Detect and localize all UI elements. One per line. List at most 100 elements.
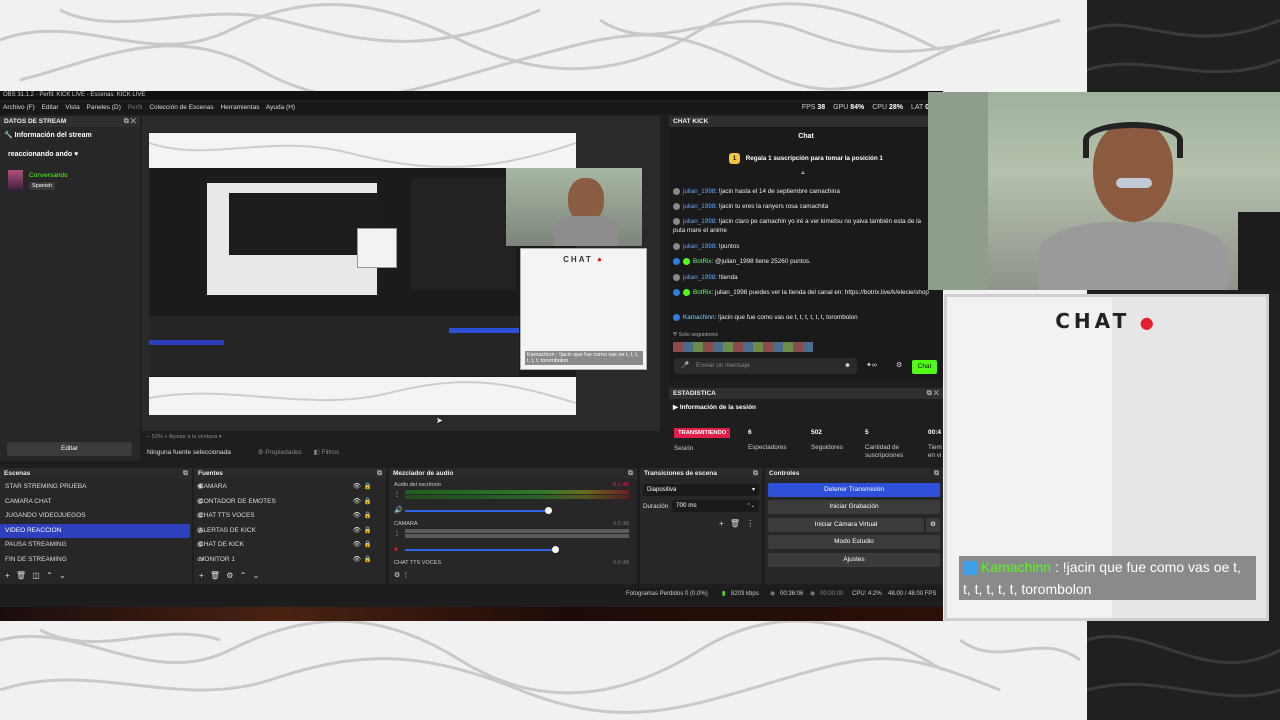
- preview-canvas[interactable]: CHAT ● Kamachinn : !jacin que fue como v…: [142, 116, 660, 431]
- add-transition-icon[interactable]: +: [719, 519, 724, 528]
- eye-icon[interactable]: 👁: [353, 553, 361, 568]
- move-down-icon[interactable]: ⌄: [59, 571, 66, 580]
- delete-source-icon[interactable]: 🗑: [210, 571, 220, 580]
- chat-input[interactable]: 🎤 Enviar un mensaje ☻: [674, 358, 857, 374]
- chat-username[interactable]: Kamachinn: [683, 314, 715, 321]
- menu-paneles[interactable]: Paneles (D): [87, 104, 121, 111]
- source-item[interactable]: ◍ CONTADOR DE EMOTES 👁 🔒: [194, 495, 384, 510]
- dock-float-icon[interactable]: ⧉: [377, 468, 382, 479]
- menu-herramientas[interactable]: Herramientas: [220, 104, 259, 111]
- lock-icon[interactable]: 🔒: [364, 509, 372, 524]
- add-scene-icon[interactable]: +: [5, 571, 10, 580]
- menu-editar[interactable]: Editar: [42, 104, 59, 111]
- chevron-down-icon[interactable]: ▾: [219, 434, 222, 440]
- dock-float-icon[interactable]: ⧉: [628, 468, 633, 479]
- record-dot-icon: ●: [1130, 313, 1158, 332]
- chat-username[interactable]: julian_1998: [683, 243, 715, 250]
- chat-username[interactable]: julian_1998: [683, 274, 715, 281]
- menu-archivo[interactable]: Archivo (F): [3, 104, 35, 111]
- volume-slider[interactable]: [405, 510, 548, 512]
- scene-item[interactable]: FIN DE STREAMING: [0, 553, 190, 568]
- scene-item[interactable]: CAMARA CHAT: [0, 495, 190, 510]
- time-value: 00:4: [928, 429, 942, 436]
- muted-speaker-icon[interactable]: ■: [394, 547, 398, 553]
- gift-banner[interactable]: 1 Regala 1 suscripción para tomar la pos…: [729, 153, 883, 164]
- emote-row[interactable]: [673, 342, 813, 352]
- lock-icon[interactable]: 🔒: [364, 480, 372, 495]
- source-item[interactable]: ◍ ALERTAS DE KICK 👁 🔒: [194, 524, 384, 539]
- volume-slider[interactable]: [405, 549, 555, 551]
- zoom-plus-icon[interactable]: +: [164, 434, 167, 440]
- channel-menu-icon[interactable]: ⋮: [394, 530, 400, 537]
- eye-icon[interactable]: 👁: [353, 524, 361, 539]
- lock-icon[interactable]: 🔒: [364, 538, 372, 553]
- volume-knob[interactable]: [552, 546, 559, 553]
- source-item[interactable]: ◍ CHAT TTS VOCES 👁 🔒: [194, 509, 384, 524]
- scene-item[interactable]: STAR STREMING PRUEBA: [0, 480, 190, 495]
- scene-filters-icon[interactable]: ◫: [32, 571, 40, 580]
- scene-item[interactable]: JUGANDO VIDEOJUEGOS: [0, 509, 190, 524]
- filters-button[interactable]: ◧ Filtros: [314, 449, 340, 456]
- transition-menu-icon[interactable]: ⋮: [746, 519, 754, 528]
- add-source-icon[interactable]: +: [199, 571, 204, 580]
- send-chat-button[interactable]: Chat: [912, 360, 937, 374]
- settings-icon[interactable]: ⚙: [896, 361, 902, 369]
- delete-transition-icon[interactable]: 🗑: [730, 519, 740, 528]
- channel-menu-icon[interactable]: ⋮: [394, 491, 400, 498]
- move-down-icon[interactable]: ⌄: [253, 571, 260, 580]
- emoji-icon[interactable]: ☻: [844, 358, 851, 374]
- move-up-icon[interactable]: ⌃: [240, 571, 247, 580]
- transition-select[interactable]: Diapositiva ▾: [643, 484, 759, 496]
- edit-button[interactable]: Editar: [7, 442, 132, 456]
- emote-picker-icon[interactable]: ✦∞: [866, 361, 877, 369]
- virtual-camera-settings-icon[interactable]: ⚙: [926, 518, 940, 532]
- start-recording-button[interactable]: Iniciar Grabación: [768, 500, 940, 514]
- menu-coleccion[interactable]: Colección de Escenas: [149, 104, 213, 111]
- stop-stream-button[interactable]: Detener Transmisión: [768, 483, 940, 497]
- eye-icon[interactable]: 👁: [353, 480, 361, 495]
- eye-icon[interactable]: 👁: [353, 495, 361, 510]
- zoom-controls[interactable]: − 53% + Ajustar a la ventana ▾: [147, 434, 222, 440]
- chat-username[interactable]: BotRix: [693, 289, 712, 296]
- dock-float-icon[interactable]: ⧉: [183, 468, 188, 479]
- dock-float-icon[interactable]: ⧉: [934, 468, 939, 479]
- source-settings-icon[interactable]: ⚙: [226, 571, 233, 580]
- chat-username[interactable]: julian_1998: [683, 218, 715, 225]
- volume-knob[interactable]: [544, 507, 552, 514]
- eye-icon[interactable]: 👁: [353, 509, 361, 524]
- scene-item-selected[interactable]: VIDEO REACCION: [0, 523, 190, 539]
- move-up-icon[interactable]: ⌃: [46, 571, 53, 580]
- duration-input[interactable]: 700 ms ⌃⌄: [672, 500, 759, 512]
- speaker-icon[interactable]: 🔊: [394, 506, 403, 514]
- scene-item[interactable]: PAUSA STREAMING: [0, 538, 190, 553]
- source-item[interactable]: ◍ CHAT DE KICK 👁 🔒: [194, 538, 384, 553]
- chat-kick-dock: CHAT KICK ⧉ Chat 1 Regala 1 suscripción …: [669, 116, 943, 382]
- studio-mode-button[interactable]: Modo Estudio: [768, 535, 940, 549]
- zoom-minus-icon[interactable]: −: [147, 434, 150, 440]
- category-name[interactable]: Conversando: [29, 172, 68, 179]
- dock-close-icon[interactable]: ⧉ ✕: [124, 116, 136, 127]
- virtual-camera-button[interactable]: Iniciar Cámara Virtual: [768, 518, 924, 532]
- mixer-settings-icon[interactable]: ⚙ ⋮: [394, 571, 409, 579]
- menu-ayuda[interactable]: Ayuda (H): [266, 104, 295, 111]
- collapse-icon[interactable]: ⩡: [801, 170, 805, 178]
- lock-icon[interactable]: 🔒: [364, 553, 372, 568]
- menu-vista[interactable]: Vista: [65, 104, 79, 111]
- stepper-icon[interactable]: ⌃⌄: [747, 500, 755, 512]
- dock-float-icon[interactable]: ⧉: [753, 468, 758, 479]
- chat-username[interactable]: BotRix: [693, 258, 712, 265]
- source-item[interactable]: ▭ MONITOR 1 👁 🔒: [194, 553, 384, 568]
- dock-close-icon[interactable]: ⧉ ✕: [927, 388, 939, 399]
- source-item[interactable]: ◉ CAMARA 👁 🔒: [194, 480, 384, 495]
- chat-username[interactable]: julian_1998: [683, 188, 715, 195]
- properties-button[interactable]: ⚙ Propiedades: [258, 449, 302, 456]
- lock-icon[interactable]: 🔒: [364, 524, 372, 539]
- lock-icon[interactable]: 🔒: [364, 495, 372, 510]
- settings-button[interactable]: Ajustes: [768, 553, 940, 567]
- audio-mixer-dock: Mezclador de audio ⧉ Audio del escritori…: [389, 468, 637, 584]
- fit-label[interactable]: Ajustar a la ventana: [169, 434, 218, 440]
- eye-icon[interactable]: 👁: [353, 538, 361, 553]
- delete-scene-icon[interactable]: 🗑: [16, 571, 26, 580]
- menu-perfil[interactable]: Perfil: [128, 104, 143, 111]
- chat-username[interactable]: julian_1998: [683, 203, 715, 210]
